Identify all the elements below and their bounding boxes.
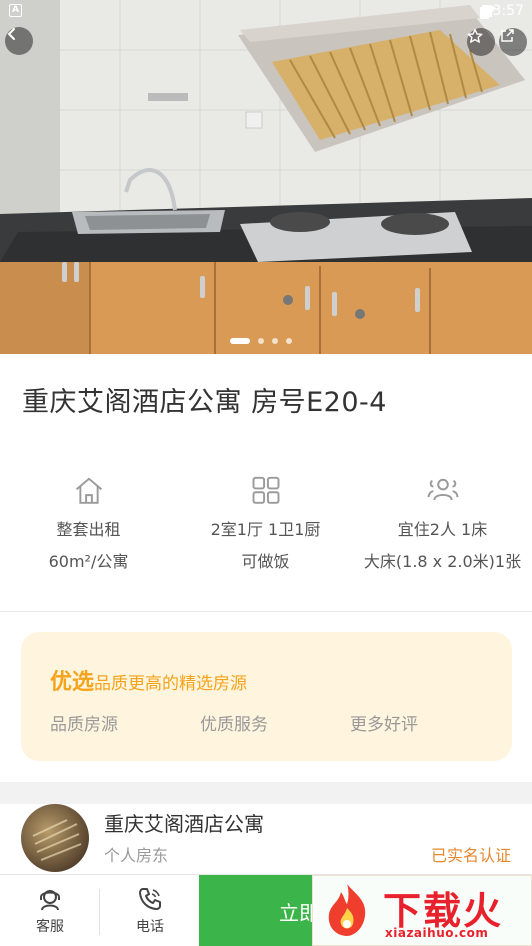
status-time: 3:57 (492, 3, 524, 19)
feature-row: 整套出租 60m²/公寓 2室1厅 1卫1厨 可做饭 宜住2人 1床 大床(1.… (0, 474, 532, 584)
host-section[interactable]: 重庆艾阁酒店公寓 个人房东 已实名认证 (0, 804, 532, 874)
preferred-heading: 优选品质更高的精选房源 (50, 664, 247, 696)
preferred-card[interactable]: 优选品质更高的精选房源 品质房源 优质服务 更多好评 (21, 632, 512, 761)
share-icon (501, 29, 514, 42)
chevron-left-icon (7, 28, 15, 40)
status-bar: A 3:57 (0, 0, 532, 22)
watermark: 下载火 xiazaihuo.com (312, 875, 532, 946)
phone-button[interactable]: 电话 (100, 875, 200, 946)
feature-line2: 可做饭 (241, 552, 290, 572)
people-icon (427, 478, 458, 501)
back-button[interactable] (5, 27, 33, 55)
feature-line1: 整套出租 (56, 519, 121, 539)
section-spacer (0, 782, 532, 804)
service-label: 客服 (36, 919, 64, 935)
verified-badge: 已实名认证 (430, 846, 511, 865)
carousel-dot (258, 338, 264, 344)
feature-rental-type: 整套出租 60m²/公寓 (0, 474, 177, 584)
hero-photo[interactable]: A 3:57 (0, 0, 532, 354)
customer-service-button[interactable]: 客服 (0, 875, 100, 946)
grid-icon (252, 476, 279, 504)
kitchen-photo (0, 0, 532, 354)
watermark-url: xiazaihuo.com (385, 926, 489, 940)
preferred-item: 品质房源 (50, 715, 118, 735)
preferred-subtitle: 品质更高的精选房源 (94, 674, 248, 694)
headset-icon (40, 890, 60, 911)
star-icon (467, 28, 483, 43)
carousel-dot (272, 338, 278, 344)
host-name: 重庆艾阁酒店公寓 (104, 812, 264, 836)
carousel-dot (286, 338, 292, 344)
phone-label: 电话 (136, 919, 164, 935)
feature-layout: 2室1厅 1卫1厨 可做饭 (177, 474, 354, 584)
carousel-indicator (230, 338, 292, 344)
house-icon (75, 477, 102, 504)
feature-line2: 大床(1.8 x 2.0米)1张 (363, 552, 522, 572)
carousel-dot-active (230, 338, 250, 344)
feature-line1: 宜住2人 1床 (397, 519, 488, 539)
avatar[interactable] (21, 804, 89, 872)
favorite-button[interactable] (467, 28, 495, 56)
notification-icon: A (9, 4, 22, 17)
avatar-image (32, 819, 82, 861)
feature-line2: 60m²/公寓 (48, 552, 129, 572)
feature-line1: 2室1厅 1卫1厨 (210, 519, 321, 539)
phone-icon (139, 888, 161, 910)
preferred-title: 优选 (50, 670, 95, 695)
battery-icon (480, 5, 489, 19)
preferred-item: 更多好评 (350, 715, 418, 735)
preferred-items: 品质房源 优质服务 更多好评 (50, 710, 500, 735)
share-button[interactable] (499, 28, 527, 56)
host-type: 个人房东 (104, 846, 169, 865)
fire-logo-icon (328, 884, 366, 936)
listing-title: 重庆艾阁酒店公寓 房号E20-4 (22, 387, 387, 418)
section-divider (0, 611, 532, 612)
preferred-item: 优质服务 (200, 715, 268, 735)
feature-guests: 宜住2人 1床 大床(1.8 x 2.0米)1张 (354, 474, 531, 584)
